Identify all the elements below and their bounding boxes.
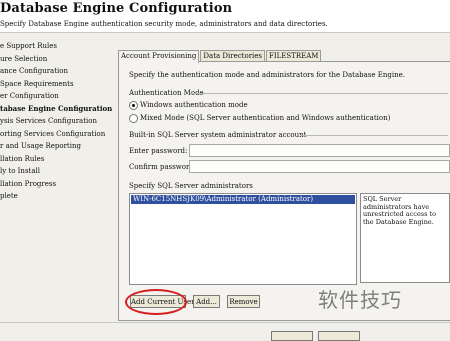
section-divider — [300, 135, 448, 136]
administrators-list[interactable]: WIN-6C15NHSJK09\Administrator (Administr… — [129, 193, 357, 285]
wizard-footer — [0, 322, 450, 338]
page-title: Database Engine Configuration — [0, 1, 233, 16]
nav-step-active[interactable]: tabase Engine Configuration — [0, 103, 115, 116]
tab-account-provisioning[interactable]: Account Provisioning — [118, 50, 200, 63]
nav-step[interactable]: orting Services Configuration — [0, 128, 115, 141]
nav-step[interactable]: plete — [0, 190, 115, 203]
wizard-steps-nav: e Support Rules ure Selection ance Confi… — [0, 40, 115, 203]
windows-auth-radio[interactable] — [129, 101, 138, 110]
watermark: 软件技巧 — [318, 288, 402, 312]
footer-button[interactable] — [271, 331, 313, 341]
nav-step[interactable]: ysis Services Configuration — [0, 115, 115, 128]
intro-text: Specify the authentication mode and admi… — [129, 71, 405, 79]
nav-step[interactable]: ure Selection — [0, 53, 115, 66]
nav-step[interactable]: e Support Rules — [0, 40, 115, 53]
footer-button[interactable] — [318, 331, 360, 341]
administrators-info: SQL Server administrators have unrestric… — [360, 193, 450, 283]
highlight-circle — [125, 289, 187, 315]
nav-step[interactable]: ance Configuration — [0, 65, 115, 78]
nav-step[interactable]: Space Requirements — [0, 78, 115, 91]
administrators-heading: Specify SQL Server administrators — [129, 182, 253, 190]
builtin-account-heading: Built-in SQL Server system administrator… — [129, 131, 307, 139]
mixed-mode-label[interactable]: Mixed Mode (SQL Server authentication an… — [140, 114, 390, 122]
remove-button[interactable]: Remove — [227, 295, 260, 308]
section-divider — [190, 93, 448, 94]
enter-password-field[interactable] — [189, 144, 450, 157]
confirm-password-label: Confirm password: — [129, 163, 197, 171]
enter-password-label: Enter password: — [129, 147, 188, 155]
nav-step[interactable]: llation Progress — [0, 178, 115, 191]
nav-step[interactable]: r and Usage Reporting — [0, 140, 115, 153]
mixed-mode-radio[interactable] — [129, 114, 138, 123]
page-subtitle: Specify Database Engine authentication s… — [0, 20, 328, 28]
page-header: Database Engine Configuration Specify Da… — [0, 0, 450, 33]
nav-step[interactable]: ly to Install — [0, 165, 115, 178]
confirm-password-field[interactable] — [189, 160, 450, 173]
add-button[interactable]: Add... — [193, 295, 220, 308]
windows-auth-label[interactable]: Windows authentication mode — [140, 101, 248, 109]
nav-step[interactable]: er Configuration — [0, 90, 115, 103]
nav-step[interactable]: llation Rules — [0, 153, 115, 166]
administrators-list-item[interactable]: WIN-6C15NHSJK09\Administrator (Administr… — [131, 195, 355, 204]
